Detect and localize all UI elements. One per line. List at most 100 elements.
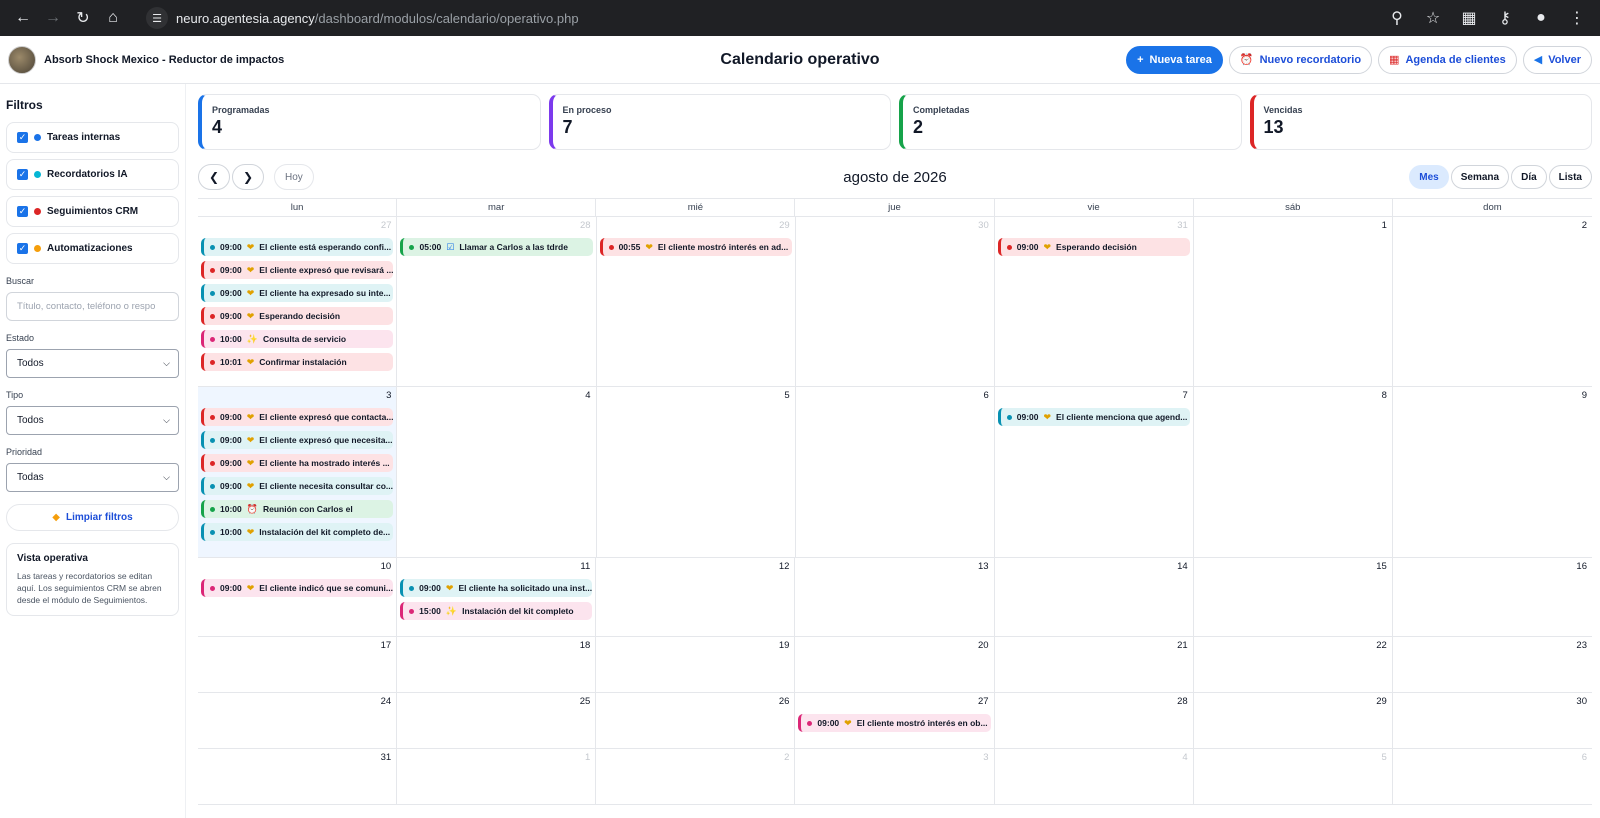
filter-ai-reminders[interactable]: ✓ Recordatorios IA	[6, 159, 179, 190]
calendar-day-cell[interactable]: 13	[795, 558, 995, 636]
calendar-day-cell[interactable]: 5	[597, 387, 796, 557]
day-number[interactable]: 17	[201, 640, 393, 654]
calendar-event[interactable]: 09:00 ❤ El cliente ha mostrado interés ...	[201, 454, 394, 472]
calendar-day-cell[interactable]: 31	[198, 749, 398, 804]
calendar-day-cell[interactable]: 19	[596, 637, 796, 692]
day-number[interactable]: 25	[400, 696, 592, 710]
calendar-event[interactable]: 09:00 ❤ El cliente ha solicitado una inst.…	[400, 579, 593, 597]
calendar-day-cell[interactable]: 17	[198, 637, 398, 692]
checkbox-icon[interactable]: ✓	[17, 243, 28, 254]
calendar-day-cell[interactable]: 20	[795, 637, 995, 692]
calendar-day-cell[interactable]: 29 00:55 ❤ El cliente mostró interés en ad.…	[597, 217, 796, 386]
day-number[interactable]: 2	[1396, 220, 1589, 234]
day-number[interactable]: 28	[400, 220, 592, 234]
day-number[interactable]: 28	[998, 696, 1190, 710]
calendar-day-cell[interactable]: 22	[1194, 637, 1393, 692]
extensions-icon[interactable]: ▦	[1454, 3, 1484, 33]
day-number[interactable]: 22	[1197, 640, 1389, 654]
day-number[interactable]: 5	[1197, 752, 1389, 766]
day-number[interactable]: 6	[1396, 752, 1589, 766]
day-number[interactable]: 23	[1396, 640, 1589, 654]
next-month-button[interactable]: ❯	[232, 164, 264, 190]
day-number[interactable]: 21	[998, 640, 1190, 654]
calendar-day-cell[interactable]: 26	[596, 693, 796, 748]
home-icon[interactable]: ⌂	[98, 3, 128, 33]
day-number[interactable]: 6	[799, 390, 991, 404]
calendar-event[interactable]: 09:00 ❤ Esperando decisión	[997, 238, 1190, 256]
day-number[interactable]: 4	[998, 752, 1190, 766]
calendar-event[interactable]: 10:01 ❤ Confirmar instalación	[201, 353, 394, 371]
calendar-day-cell[interactable]: 18	[397, 637, 597, 692]
address-bar[interactable]: ☰ neuro.agentesia.agency/dashboard/modul…	[146, 4, 1372, 32]
calendar-event[interactable]: 00:55 ❤ El cliente mostró interés en ad...	[599, 238, 792, 256]
calendar-day-cell[interactable]: 2	[596, 749, 796, 804]
day-number[interactable]: 27	[798, 696, 990, 710]
calendar-day-cell[interactable]: 12	[596, 558, 796, 636]
day-number[interactable]: 10	[201, 561, 393, 575]
new-reminder-button[interactable]: ⏰ Nuevo recordatorio	[1228, 45, 1373, 74]
calendar-day-cell[interactable]: 8	[1194, 387, 1393, 557]
day-number[interactable]: 26	[599, 696, 791, 710]
calendar-day-cell[interactable]: 25	[397, 693, 597, 748]
calendar-day-cell[interactable]: 1	[1194, 217, 1393, 386]
day-number[interactable]: 14	[998, 561, 1190, 575]
back-arrow-icon[interactable]: ←	[8, 3, 38, 33]
calendar-event[interactable]: 09:00 ❤ El cliente necesita consultar co..…	[201, 477, 394, 495]
prioridad-select[interactable]: Todas ⌵	[6, 463, 179, 492]
calendar-day-cell[interactable]: 9	[1393, 387, 1592, 557]
calendar-event[interactable]: 09:00 ❤ El cliente ha expresado su inte...	[201, 284, 394, 302]
day-number[interactable]: 29	[1197, 696, 1389, 710]
day-number[interactable]: 18	[400, 640, 592, 654]
calendar-day-cell[interactable]: 5	[1194, 749, 1393, 804]
day-number[interactable]: 15	[1197, 561, 1389, 575]
calendar-day-cell[interactable]: 14	[995, 558, 1194, 636]
calendar-day-cell[interactable]: 6	[1393, 749, 1592, 804]
calendar-day-cell[interactable]: 28 05:00 ☑ Llamar a Carlos a las tdrde	[397, 217, 597, 386]
zoom-icon[interactable]: ⚲	[1382, 3, 1412, 33]
day-number[interactable]: 4	[400, 390, 592, 404]
browser-menu-icon[interactable]: ⋮	[1562, 3, 1592, 33]
profile-avatar-icon[interactable]: ●	[1526, 3, 1556, 33]
checkbox-icon[interactable]: ✓	[17, 169, 28, 180]
day-number[interactable]: 11	[400, 561, 592, 575]
day-number[interactable]: 31	[201, 752, 393, 766]
calendar-day-cell[interactable]: 7 09:00 ❤ El cliente menciona que agend...	[995, 387, 1194, 557]
view-month-button[interactable]: Mes	[1409, 165, 1449, 189]
day-number[interactable]: 3	[798, 752, 990, 766]
back-button[interactable]: ◀ Volver	[1522, 45, 1592, 74]
prev-month-button[interactable]: ❮	[198, 164, 230, 190]
calendar-event[interactable]: 09:00 ❤ El cliente mostró interés en ob...	[798, 714, 991, 732]
calendar-event[interactable]: 05:00 ☑ Llamar a Carlos a las tdrde	[400, 238, 593, 256]
view-day-button[interactable]: Día	[1511, 165, 1547, 189]
day-number[interactable]: 20	[798, 640, 990, 654]
day-number[interactable]: 3	[201, 390, 393, 404]
view-list-button[interactable]: Lista	[1548, 165, 1592, 189]
estado-select[interactable]: Todos ⌵	[6, 349, 179, 378]
calendar-event[interactable]: 09:00 ❤ El cliente menciona que agend...	[997, 408, 1190, 426]
new-task-button[interactable]: + Nueva tarea	[1126, 45, 1223, 74]
calendar-event[interactable]: 09:00 ❤ El cliente expresó que contacta...	[201, 408, 394, 426]
day-number[interactable]: 16	[1396, 561, 1589, 575]
calendar-day-cell[interactable]: 31 09:00 ❤ Esperando decisión	[995, 217, 1194, 386]
day-number[interactable]: 19	[599, 640, 791, 654]
calendar-day-cell[interactable]: 4	[995, 749, 1194, 804]
calendar-day-cell[interactable]: 28	[995, 693, 1194, 748]
day-number[interactable]: 9	[1396, 390, 1589, 404]
calendar-day-cell[interactable]: 1	[397, 749, 597, 804]
search-input[interactable]: Título, contacto, teléfono o respo	[6, 292, 179, 321]
filter-crm-followups[interactable]: ✓ Seguimientos CRM	[6, 196, 179, 227]
day-number[interactable]: 1	[400, 752, 592, 766]
day-number[interactable]: 24	[201, 696, 393, 710]
day-number[interactable]: 2	[599, 752, 791, 766]
calendar-day-cell[interactable]: 30	[1393, 693, 1592, 748]
day-number[interactable]: 1	[1197, 220, 1389, 234]
calendar-day-cell[interactable]: 10 09:00 ❤ El cliente indicó que se comuni.…	[198, 558, 398, 636]
calendar-day-cell[interactable]: 11 09:00 ❤ El cliente ha solicitado una ins…	[397, 558, 597, 636]
filter-automations[interactable]: ✓ Automatizaciones	[6, 233, 179, 264]
checkbox-icon[interactable]: ✓	[17, 132, 28, 143]
day-number[interactable]: 27	[201, 220, 393, 234]
calendar-event[interactable]: 10:00 ❤ Instalación del kit completo de...	[201, 523, 394, 541]
calendar-event[interactable]: 09:00 ❤ El cliente expresó que necesita...	[201, 431, 394, 449]
calendar-event[interactable]: 09:00 ❤ El cliente expresó que revisará ..…	[201, 261, 394, 279]
calendar-event[interactable]: 15:00 ✨ Instalación del kit completo	[400, 602, 593, 620]
